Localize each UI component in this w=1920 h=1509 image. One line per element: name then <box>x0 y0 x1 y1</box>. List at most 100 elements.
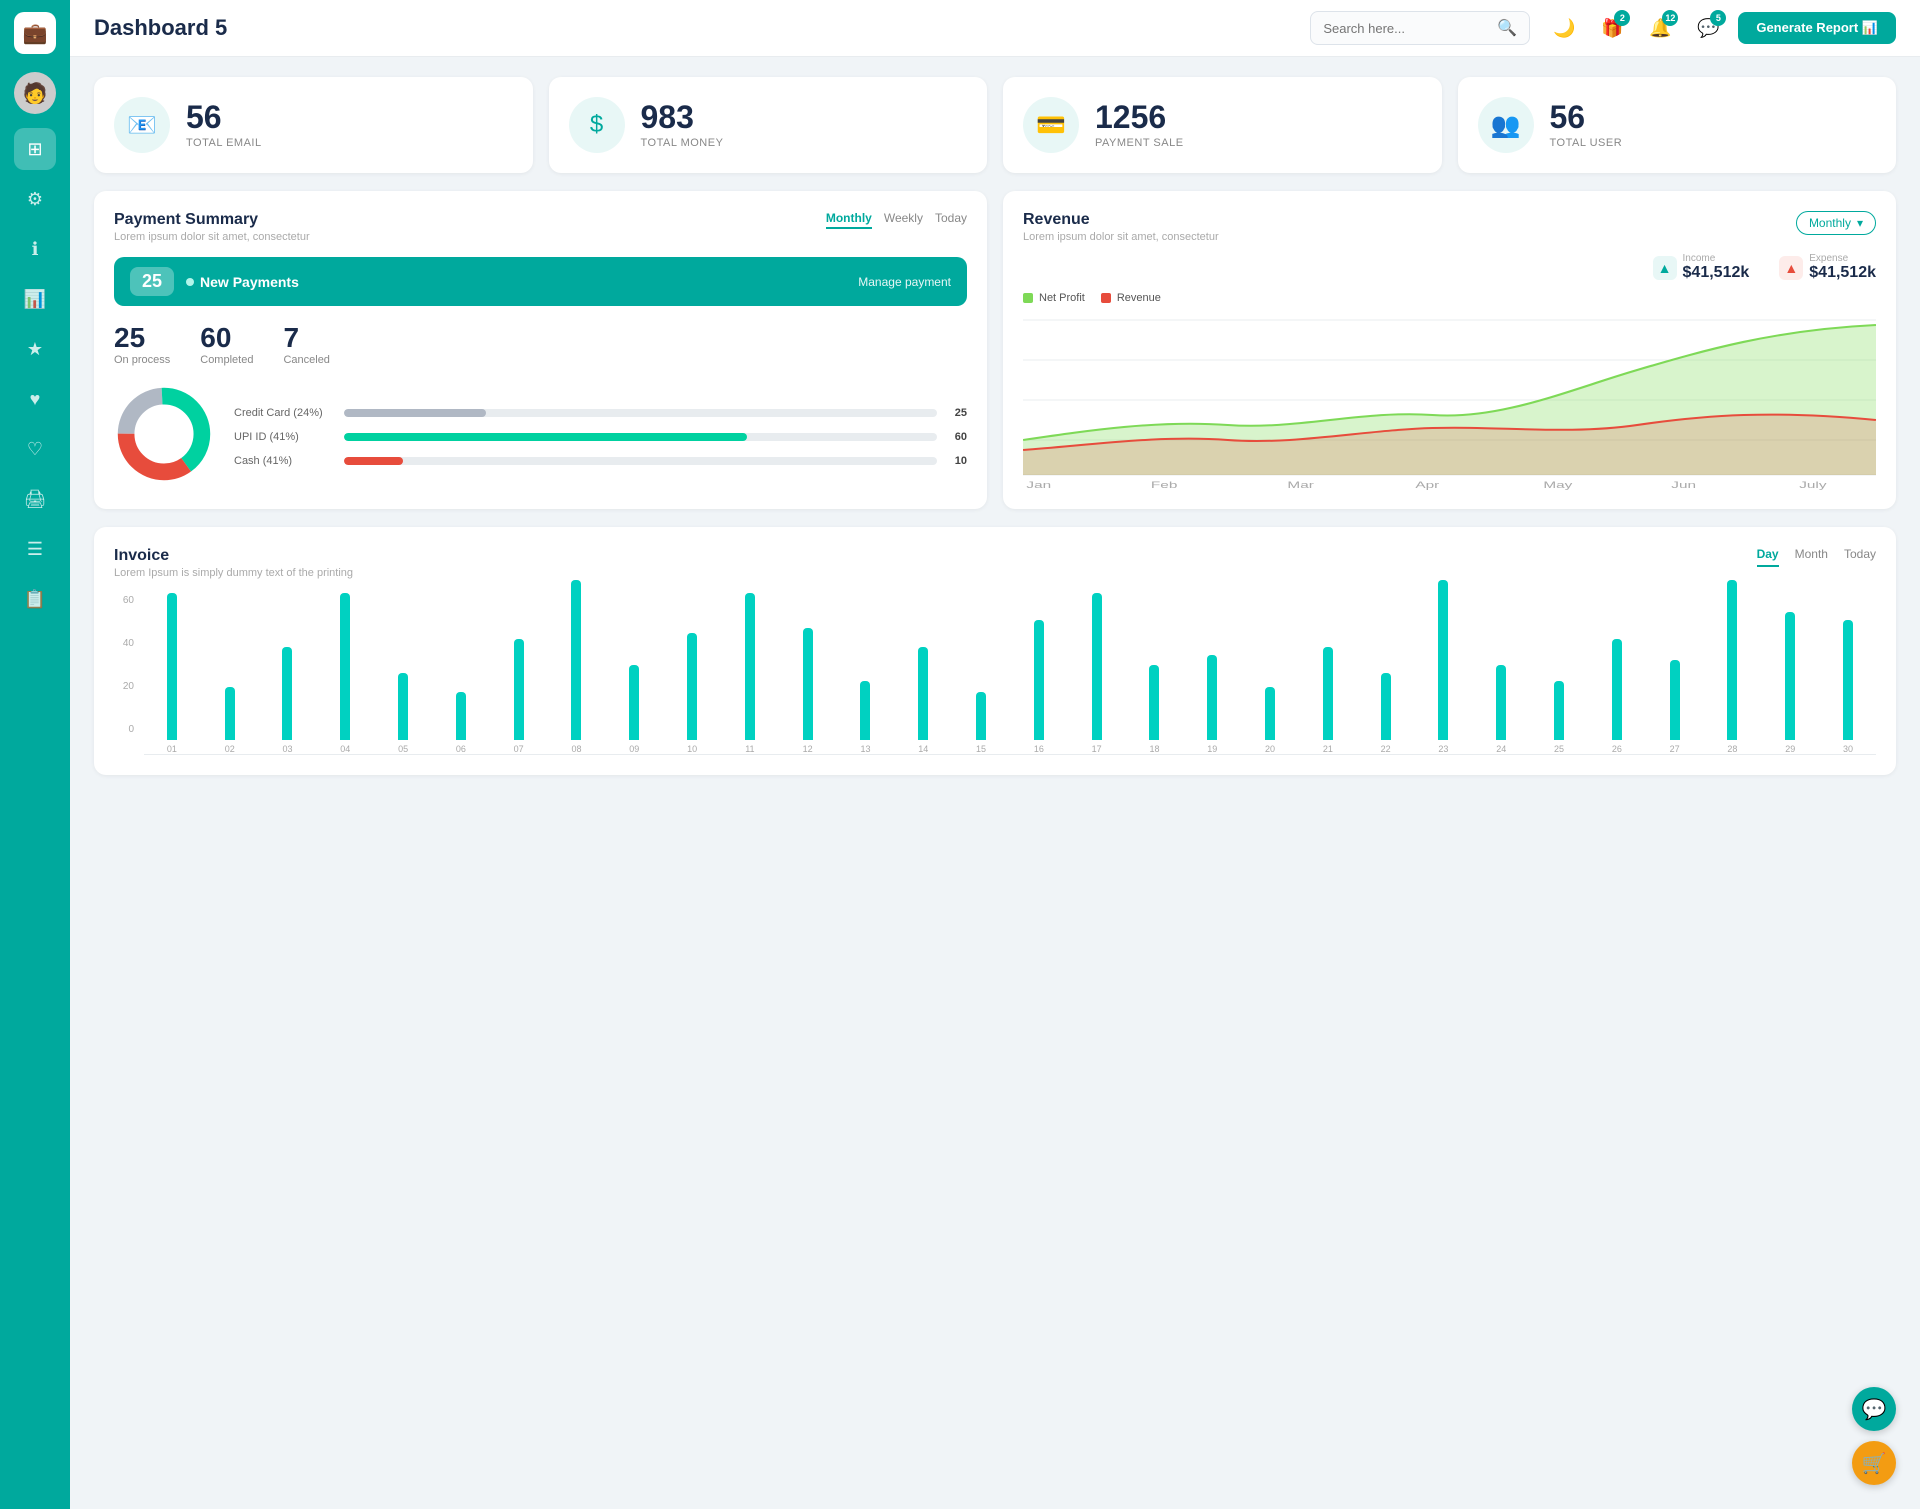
bar-item: 08 <box>549 580 605 754</box>
sidebar-item-star[interactable]: ★ <box>14 328 56 370</box>
chat-icon-btn[interactable]: 💬 5 <box>1690 10 1726 46</box>
chart-bar-label: 03 <box>282 744 292 754</box>
y-label-20: 20 <box>114 681 134 692</box>
chat-badge: 5 <box>1710 10 1726 26</box>
chart-bar-label: 02 <box>225 744 235 754</box>
stat-card-email: 📧 56 TOTAL EMAIL <box>94 77 533 173</box>
payment-summary-title: Payment Summary <box>114 211 310 229</box>
bar-item: 15 <box>953 692 1009 754</box>
y-label-40: 40 <box>114 638 134 649</box>
bar-item: 20 <box>1242 687 1298 754</box>
bar-item: 13 <box>838 681 894 754</box>
sidebar-item-info[interactable]: ℹ <box>14 228 56 270</box>
chart-bar-label: 16 <box>1034 744 1044 754</box>
sidebar-item-settings[interactable]: ⚙ <box>14 178 56 220</box>
bar-track-upi <box>344 433 937 441</box>
legend-dot-profit <box>1023 293 1033 303</box>
chart-bar-label: 26 <box>1612 744 1622 754</box>
content-area: 📧 56 TOTAL EMAIL $ 983 TOTAL MONEY 💳 125… <box>70 57 1920 1509</box>
sidebar-logo[interactable]: 💼 <box>14 12 56 54</box>
revenue-period-select[interactable]: Monthly ▾ <box>1796 211 1876 235</box>
chart-bar <box>629 665 639 740</box>
chart-bar <box>282 647 292 740</box>
tab-weekly[interactable]: Weekly <box>884 211 923 229</box>
bar-item: 11 <box>722 593 778 754</box>
generate-report-button[interactable]: Generate Report 📊 <box>1738 12 1896 44</box>
header: Dashboard 5 🔍 🌙 🎁 2 🔔 12 💬 5 Generate Re… <box>70 0 1920 57</box>
chart-bar <box>1207 655 1217 740</box>
revenue-legend: Net Profit Revenue <box>1023 292 1876 304</box>
chart-bar-label: 08 <box>571 744 581 754</box>
bar-item: 30 <box>1820 620 1876 754</box>
expense-icon: ▲ <box>1779 256 1803 280</box>
chart-bar <box>1727 580 1737 740</box>
gift-icon-btn[interactable]: 🎁 2 <box>1594 10 1630 46</box>
bar-item: 12 <box>780 628 836 754</box>
payment-summary-title-block: Payment Summary Lorem ipsum dolor sit am… <box>114 211 310 243</box>
chart-bar <box>803 628 813 740</box>
sidebar-item-chart[interactable]: 📊 <box>14 278 56 320</box>
stat-card-money: $ 983 TOTAL MONEY <box>549 77 988 173</box>
bar-item: 25 <box>1531 681 1587 754</box>
bar-item: 27 <box>1647 660 1703 754</box>
revenue-card: Revenue Lorem ipsum dolor sit amet, cons… <box>1003 191 1896 509</box>
bar-item: 19 <box>1184 655 1240 754</box>
tab-month[interactable]: Month <box>1795 547 1828 567</box>
sidebar-item-print[interactable]: 🖨 <box>14 478 56 520</box>
sidebar-item-dashboard[interactable]: ⊞ <box>14 128 56 170</box>
search-icon: 🔍 <box>1497 18 1517 38</box>
bar-item: 24 <box>1473 665 1529 754</box>
chart-bar <box>1670 660 1680 740</box>
revenue-chart: Jan Feb Mar Apr May Jun July <box>1023 310 1876 490</box>
revenue-title: Revenue <box>1023 211 1219 229</box>
income-expense-row: ▲ Income $41,512k ▲ Expense $41,512k <box>1023 253 1876 282</box>
expense-info: Expense $41,512k <box>1809 253 1876 282</box>
tab-monthly[interactable]: Monthly <box>826 211 872 229</box>
sidebar-item-heart2[interactable]: ♡ <box>14 428 56 470</box>
bar-value-cash: 10 <box>947 455 967 467</box>
chart-bar-label: 11 <box>745 744 754 754</box>
dark-mode-toggle[interactable]: 🌙 <box>1546 10 1582 46</box>
sidebar-item-heart[interactable]: ♥ <box>14 378 56 420</box>
chart-bar <box>1381 673 1391 740</box>
invoice-chart-with-labels: 60 40 20 0 01020304050607080910111213141… <box>114 595 1876 755</box>
manage-payment-link[interactable]: Manage payment <box>858 275 951 289</box>
bar-fill-credit <box>344 409 486 417</box>
payment-icon: 💳 <box>1023 97 1079 153</box>
chart-bar-label: 15 <box>976 744 986 754</box>
chart-bar-label: 19 <box>1207 744 1217 754</box>
bar-item: 06 <box>433 692 489 754</box>
search-box[interactable]: 🔍 <box>1310 11 1530 45</box>
revenue-period-label: Monthly <box>1809 216 1851 230</box>
tab-day[interactable]: Day <box>1757 547 1779 567</box>
stat-number-email: 56 <box>186 101 262 133</box>
tab-today[interactable]: Today <box>1844 547 1876 567</box>
invoice-title: Invoice <box>114 547 353 565</box>
sidebar-item-doc[interactable]: 📋 <box>14 578 56 620</box>
chart-bar-label: 27 <box>1670 744 1680 754</box>
canceled-stat: 7 Canceled <box>283 322 329 366</box>
chart-bar-label: 30 <box>1843 744 1853 754</box>
expense-label: Expense <box>1809 253 1876 264</box>
cart-fab[interactable]: 🛒 <box>1852 1441 1896 1485</box>
chat-fab[interactable]: 💬 <box>1852 1387 1896 1431</box>
search-input[interactable] <box>1323 21 1489 36</box>
bell-icon-btn[interactable]: 🔔 12 <box>1642 10 1678 46</box>
chart-bar-label: 28 <box>1727 744 1737 754</box>
on-process-stat: 25 On process <box>114 322 170 366</box>
stat-card-payment: 💳 1256 PAYMENT SALE <box>1003 77 1442 173</box>
chevron-down-icon: ▾ <box>1857 216 1863 230</box>
np-label-text: New Payments <box>200 274 299 290</box>
avatar: 🧑 <box>14 72 56 114</box>
bar-item: 17 <box>1069 593 1125 754</box>
tab-today[interactable]: Today <box>935 211 967 229</box>
user-icon: 👥 <box>1478 97 1534 153</box>
donut-svg <box>114 384 214 484</box>
sidebar-item-list[interactable]: ☰ <box>14 528 56 570</box>
completed-stat: 60 Completed <box>200 322 253 366</box>
chart-bar <box>1323 647 1333 740</box>
completed-label: Completed <box>200 354 253 366</box>
svg-text:Jan: Jan <box>1026 480 1051 490</box>
chart-bar-label: 25 <box>1554 744 1564 754</box>
chart-bar-label: 07 <box>514 744 524 754</box>
